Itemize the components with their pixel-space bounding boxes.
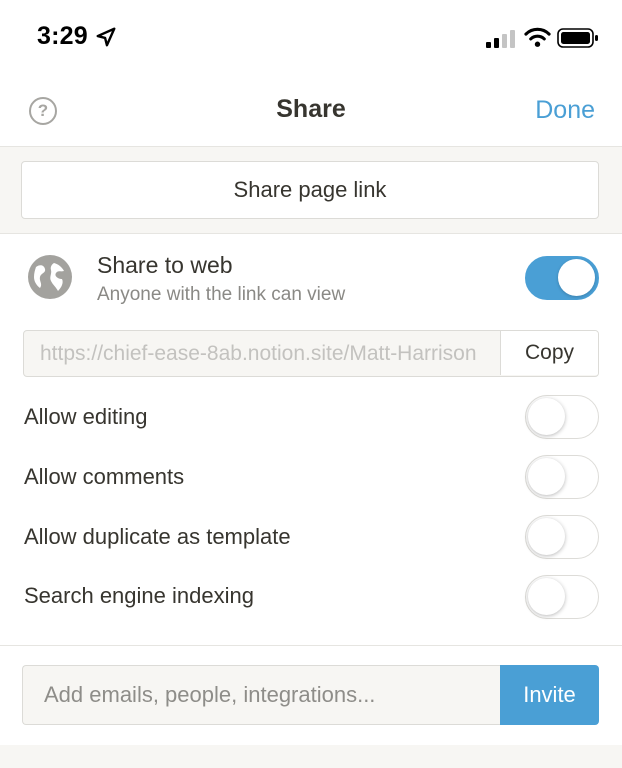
share-to-web-toggle[interactable]: [525, 256, 599, 300]
bottom-band: [0, 745, 622, 768]
share-link-section: Share page link: [0, 146, 622, 234]
share-to-web-title: Share to web: [97, 252, 233, 278]
allow-duplicate-label: Allow duplicate as template: [24, 524, 291, 549]
allow-editing-label: Allow editing: [24, 404, 148, 429]
nav-header: ? Share Done: [0, 78, 622, 146]
search-indexing-label: Search engine indexing: [24, 583, 254, 608]
copy-button[interactable]: Copy: [500, 331, 598, 375]
invite-input[interactable]: Add emails, people, integrations...: [22, 665, 501, 725]
allow-duplicate-toggle[interactable]: [525, 515, 599, 559]
allow-comments-label: Allow comments: [24, 464, 185, 489]
share-page-link-button[interactable]: Share page link: [21, 161, 599, 219]
toggle-knob: [528, 578, 565, 615]
wifi-icon: [524, 27, 551, 47]
allow-editing-toggle[interactable]: [525, 395, 599, 439]
toggle-knob: [528, 458, 565, 495]
location-arrow-icon: [96, 27, 116, 47]
toggle-knob: [528, 398, 565, 435]
globe-icon: [28, 255, 72, 299]
status-time: 3:29: [37, 22, 88, 50]
toggle-knob: [528, 518, 565, 555]
search-indexing-toggle[interactable]: [525, 575, 599, 619]
invite-button[interactable]: Invite: [500, 665, 599, 725]
page-title: Share: [276, 95, 346, 123]
battery-icon: [557, 28, 598, 48]
done-button[interactable]: Done: [535, 96, 595, 125]
public-url-text[interactable]: https://chief-ease-8ab.notion.site/Matt-…: [40, 342, 502, 366]
toggle-knob: [558, 259, 595, 296]
public-url-field[interactable]: https://chief-ease-8ab.notion.site/Matt-…: [23, 330, 599, 377]
section-divider: [0, 645, 622, 646]
status-bar: 3:29: [0, 0, 622, 78]
share-to-web-subtitle: Anyone with the link can view: [97, 284, 346, 305]
allow-comments-toggle[interactable]: [525, 455, 599, 499]
cellular-signal-icon: [486, 30, 515, 48]
